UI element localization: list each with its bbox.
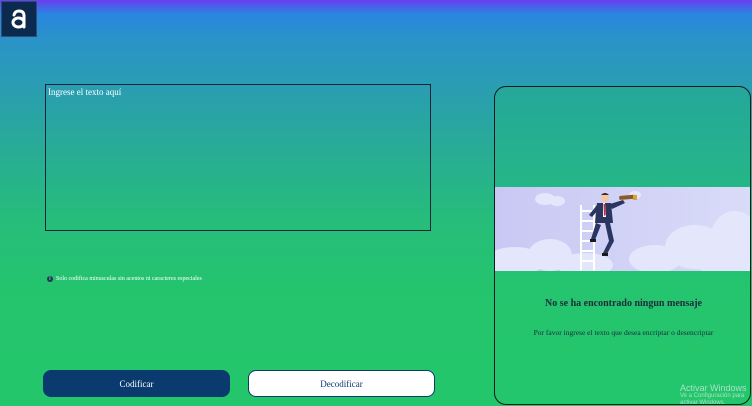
message-input[interactable] (45, 84, 431, 231)
notice-text: Solo codifica minusculas sin acentos ni … (56, 276, 202, 282)
logo-icon (11, 9, 26, 29)
logo (1, 1, 37, 37)
windows-watermark: Activar Windows Ve a Configuración para … (680, 384, 752, 406)
watermark-subtitle: Ve a Configuración para activar Windows. (680, 393, 745, 406)
panel-text: Por favor ingrese el texto que desea enc… (533, 328, 714, 337)
info-icon: i (47, 276, 53, 282)
decode-button[interactable]: Decodificar (248, 370, 435, 397)
result-panel: No se ha encontrado ningun mensaje Por f… (494, 86, 751, 405)
encode-button[interactable]: Codificar (43, 370, 230, 397)
watermark-title: Activar Windows (680, 383, 747, 393)
notice: i Solo codifica minusculas sin acentos n… (47, 276, 202, 282)
telescope-man-illustration (495, 187, 750, 271)
panel-title: No se ha encontrado ningun mensaje (545, 298, 702, 309)
